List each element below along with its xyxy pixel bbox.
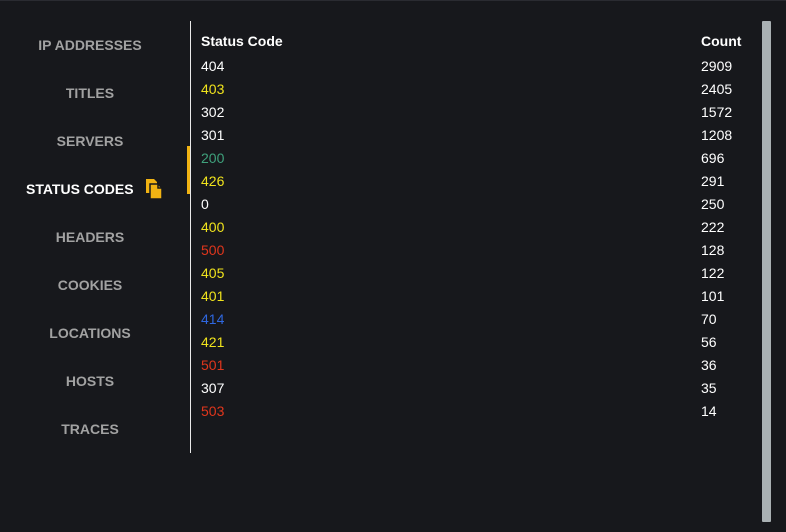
- table-row[interactable]: 426 291: [201, 173, 751, 196]
- sidebar-item-titles[interactable]: TITLES: [0, 76, 180, 110]
- count-cell: 2909: [701, 58, 733, 74]
- count-cell: 2405: [701, 81, 733, 97]
- sidebar-item-label: IP ADDRESSES: [38, 37, 142, 53]
- sidebar-item-label: SERVERS: [56, 133, 124, 149]
- sidebar-item-label: COOKIES: [57, 277, 123, 293]
- sidebar-item-label: LOCATIONS: [49, 325, 131, 341]
- status-code-cell: 307: [201, 380, 225, 396]
- count-cell: 696: [701, 150, 725, 166]
- table-row[interactable]: 503 14: [201, 403, 751, 426]
- table-row[interactable]: 500 128: [201, 242, 751, 265]
- status-code-cell: 400: [201, 219, 225, 235]
- active-tab-indicator: [187, 146, 190, 194]
- status-code-cell: 500: [201, 242, 225, 258]
- status-code-cell: 0: [201, 196, 209, 212]
- status-code-cell: 421: [201, 334, 225, 350]
- count-cell: 56: [701, 334, 717, 350]
- sidebar-item-label: HOSTS: [65, 373, 115, 389]
- count-cell: 1208: [701, 127, 733, 143]
- count-cell: 35: [701, 380, 717, 396]
- table-row[interactable]: 421 56: [201, 334, 751, 357]
- sidebar-item-locations[interactable]: LOCATIONS: [0, 316, 180, 350]
- sidebar-item-cookies[interactable]: COOKIES: [0, 268, 180, 302]
- table-row[interactable]: 401 101: [201, 288, 751, 311]
- sidebar-item-status-codes[interactable]: STATUS CODES: [0, 172, 180, 206]
- column-header-count[interactable]: Count: [701, 33, 741, 49]
- table-row[interactable]: 302 1572: [201, 104, 751, 127]
- sidebar-item-label: TITLES: [65, 85, 115, 101]
- status-code-cell: 401: [201, 288, 225, 304]
- table-row[interactable]: 301 1208: [201, 127, 751, 150]
- status-code-cell: 200: [201, 150, 225, 166]
- status-code-cell: 501: [201, 357, 225, 373]
- sidebar-item-traces[interactable]: TRACES: [0, 412, 180, 446]
- sidebar-item-label: STATUS CODES: [26, 181, 134, 197]
- status-code-cell: 414: [201, 311, 225, 327]
- status-code-cell: 426: [201, 173, 225, 189]
- count-cell: 36: [701, 357, 717, 373]
- table-row[interactable]: 501 36: [201, 357, 751, 380]
- status-code-cell: 301: [201, 127, 225, 143]
- count-cell: 101: [701, 288, 725, 304]
- sidebar-item-label: TRACES: [61, 421, 119, 437]
- sidebar-item-headers[interactable]: HEADERS: [0, 220, 180, 254]
- status-code-cell: 403: [201, 81, 225, 97]
- sidebar-nav: IP ADDRESSES TITLES SERVERS STATUS CODES…: [0, 21, 191, 453]
- column-header-status-code[interactable]: Status Code: [201, 33, 283, 49]
- status-code-cell: 404: [201, 58, 225, 74]
- count-cell: 250: [701, 196, 725, 212]
- sidebar-item-servers[interactable]: SERVERS: [0, 124, 180, 158]
- status-code-cell: 302: [201, 104, 225, 120]
- app-frame: IP ADDRESSES TITLES SERVERS STATUS CODES…: [0, 0, 786, 532]
- status-code-cell: 503: [201, 403, 225, 419]
- table-row[interactable]: 405 122: [201, 265, 751, 288]
- sidebar-item-ip-addresses[interactable]: IP ADDRESSES: [0, 28, 180, 62]
- status-code-cell: 405: [201, 265, 225, 281]
- count-cell: 1572: [701, 104, 733, 120]
- count-cell: 291: [701, 173, 725, 189]
- count-cell: 14: [701, 403, 717, 419]
- sidebar-item-hosts[interactable]: HOSTS: [0, 364, 180, 398]
- scrollbar[interactable]: [762, 21, 771, 522]
- table-row[interactable]: 200 696: [201, 150, 751, 173]
- count-cell: 128: [701, 242, 725, 258]
- count-cell: 122: [701, 265, 725, 281]
- count-cell: 70: [701, 311, 717, 327]
- copy-icon[interactable]: [144, 178, 164, 200]
- table-row[interactable]: 414 70: [201, 311, 751, 334]
- table-row[interactable]: 403 2405: [201, 81, 751, 104]
- table-row[interactable]: 0 250: [201, 196, 751, 219]
- count-cell: 222: [701, 219, 725, 235]
- sidebar-item-label: HEADERS: [55, 229, 125, 245]
- table-row[interactable]: 307 35: [201, 380, 751, 403]
- table-row[interactable]: 400 222: [201, 219, 751, 242]
- table-row[interactable]: 404 2909: [201, 58, 751, 81]
